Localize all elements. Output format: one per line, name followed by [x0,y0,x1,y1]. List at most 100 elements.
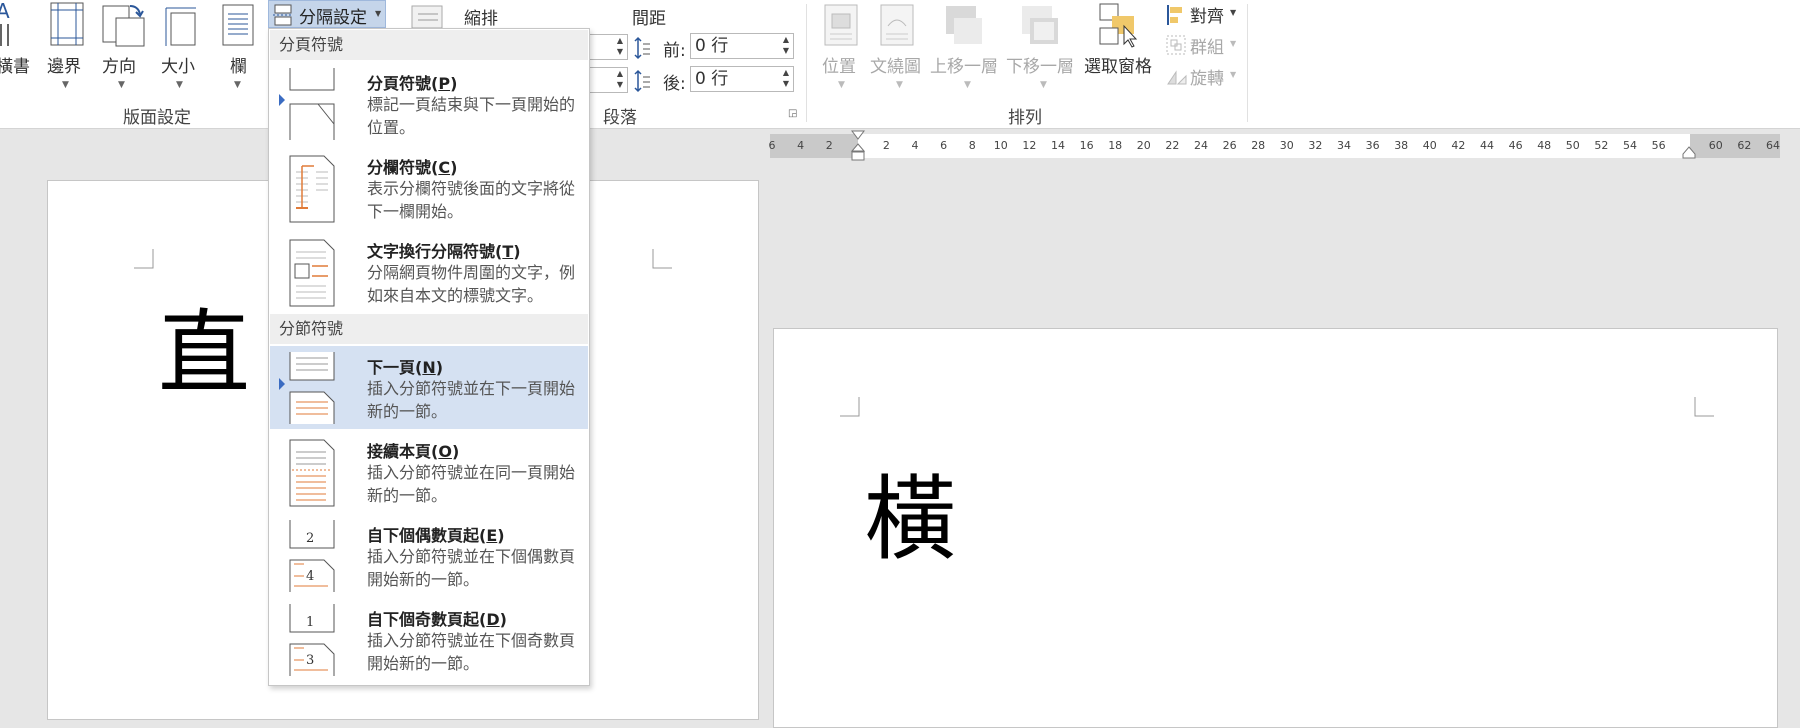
spacing-before-icon [634,36,650,60]
menu-item-page-break[interactable]: 分頁符號(P) 標記一頁結束與下一頁開始的位置。 [270,62,588,145]
align-button[interactable]: 對齊 ▼ [1162,0,1242,30]
paragraph-dialog-launcher-icon[interactable]: ◲ [788,108,797,119]
wrap-text-icon [880,4,914,46]
ruler-tick-label: 4 [911,139,919,152]
spacing-before-label: 前: [663,41,686,61]
ruler-tick-label: 40 [1422,139,1437,152]
align-caret-icon: ▼ [1230,8,1237,17]
breaks-icon [273,4,293,26]
ruler-tick-label: 62 [1737,139,1752,152]
paragraph-group-title: 段落 [603,108,637,128]
page-setup-group-title: 版面設定 [123,108,191,128]
ruler-tick-label: 6 [940,139,948,152]
submenu-pointer-icon [279,94,285,106]
rotate-label: 旋轉 [1190,69,1224,89]
rotate-button[interactable]: 旋轉 ▼ [1162,62,1242,92]
ruler-tick-label: 12 [1022,139,1037,152]
crop-mark-icon [840,397,860,417]
spacing-after-icon [634,69,650,93]
group-label: 群組 [1190,38,1224,58]
even-page-break-icon: 2 4 [289,520,335,592]
menu-item-description: 表示分欄符號後面的文字將從下一欄開始。 [367,179,576,221]
ruler-tick-label: 14 [1051,139,1065,152]
group-separator [1247,4,1248,122]
ruler-tick-label: 60 [1708,139,1723,152]
ruler-tick-label: 56 [1651,139,1666,152]
ruler-tick-label: 2 [825,139,833,152]
size-caret-icon: ▼ [176,80,183,90]
line-numbers-icon[interactable] [410,4,450,28]
send-backward-icon [1022,6,1058,44]
breaks-dropdown-menu: 分頁符號 分頁符號(P) 標記一頁結束與下一頁開始的位置。 分欄符號(C) 表示… [268,28,590,686]
size-label: 大小 [161,57,195,77]
margins-caret-icon: ▼ [62,80,69,90]
margins-label: 邊界 [47,57,81,77]
columns-label: 欄 [230,57,247,77]
rotate-icon [1167,70,1187,85]
orientation-icon [102,5,145,47]
right-indent-marker-icon[interactable] [1682,146,1696,160]
ruler-tick-label: 46 [1508,139,1523,152]
menu-item-column-break[interactable]: 分欄符號(C) 表示分欄符號後面的文字將從下一欄開始。 [270,146,588,229]
group-separator [806,4,807,122]
ruler-tick-label: 10 [993,139,1008,152]
spacing-header: 間距 [632,9,666,29]
ruler-tick-label: 48 [1537,139,1552,152]
crop-mark-icon [134,249,154,269]
ruler-tick-label: 20 [1136,139,1151,152]
odd-page-break-icon: 1 3 [289,604,335,676]
page-breaks-section-header: 分頁符號 [270,30,588,60]
svg-text:A: A [0,0,10,23]
indent-marker-icon[interactable] [851,130,865,164]
ruler-tick-label: 26 [1222,139,1237,152]
menu-item-title: 下一頁(N) [367,358,444,377]
menu-item-next-page[interactable]: 下一頁(N) 插入分節符號並在下一頁開始新的一節。 [270,346,588,429]
ruler-tick-label: 30 [1279,139,1294,152]
page-break-icon [289,68,335,140]
submenu-pointer-icon [279,378,285,390]
spinner-arrows-icon: ▲ ▼ [782,68,789,88]
send-backward-caret-icon: ▼ [1040,80,1047,90]
ruler-tick-label: 52 [1594,139,1609,152]
menu-item-description: 分隔網頁物件周圍的文字，例如來自本文的標號文字。 [367,263,576,305]
text-wrapping-break-icon [289,239,335,307]
ruler-tick-label: 54 [1623,139,1637,152]
ruler-tick-label: 2 [882,139,890,152]
spinner-arrows-icon: ▲ ▼ [782,35,789,55]
menu-item-description: 插入分節符號並在下一頁開始新的一節。 [367,379,576,421]
ruler-tick-label: 8 [968,139,976,152]
ruler-tick-label: 32 [1308,139,1323,152]
menu-item-description: 插入分節符號並在下個奇數頁開始新的一節。 [367,631,576,673]
spacing-after-label: 後: [663,74,686,94]
spacing-after-field[interactable]: 0 行 ▲ ▼ [690,66,794,92]
page-2-text[interactable]: 橫 [864,474,956,566]
breaks-button[interactable]: 分隔設定 ▼ [268,0,386,28]
spacing-before-value: 0 行 [695,36,729,56]
menu-item-text-wrapping-break[interactable]: 文字換行分隔符號(T) 分隔網頁物件周圍的文字，例如來自本文的標號文字。 [270,230,588,313]
selection-pane-icon [1099,3,1138,48]
menu-item-continuous[interactable]: 接續本頁(O) 插入分節符號並在同一頁開始新的一節。 [270,430,588,513]
menu-item-title: 自下個奇數頁起(D) [367,610,507,629]
text-direction-label: 橫書 [0,57,30,77]
menu-item-even-page[interactable]: 2 4 自下個偶數頁起(E) 插入分節符號並在下個偶數頁開始新的一節。 [270,514,588,597]
page-1-text[interactable]: 直 [158,308,250,400]
orientation-label: 方向 [102,57,136,77]
wrap-text-caret-icon: ▼ [896,80,903,90]
spacing-before-field[interactable]: 0 行 ▲ ▼ [690,33,794,59]
svg-text:1: 1 [306,615,314,630]
menu-item-description: 標記一頁結束與下一頁開始的位置。 [367,95,576,137]
ruler-tick-label: 34 [1337,139,1351,152]
send-backward-label: 下移一層 [1006,57,1074,77]
column-break-icon [289,155,335,223]
group-button[interactable]: 群組 ▼ [1162,31,1242,61]
ruler-tick-label: 44 [1480,139,1494,152]
rotate-caret-icon: ▼ [1230,70,1237,79]
horizontal-ruler[interactable]: 6 4 2 2 4 6 8 10 12 14 16 18 20 22 24 26 28 30 32 34 36 38 40 4… [769,130,1780,161]
size-icon [165,7,196,46]
document-page-2[interactable]: 橫 [773,328,1778,728]
position-icon [824,4,858,46]
menu-item-odd-page[interactable]: 1 3 自下個奇數頁起(D) 插入分節符號並在下個奇數頁開始新的一節。 [270,598,588,681]
orientation-caret-icon: ▼ [118,80,125,90]
align-icon [1167,5,1182,25]
menu-item-title: 文字換行分隔符號(T) [367,242,521,261]
